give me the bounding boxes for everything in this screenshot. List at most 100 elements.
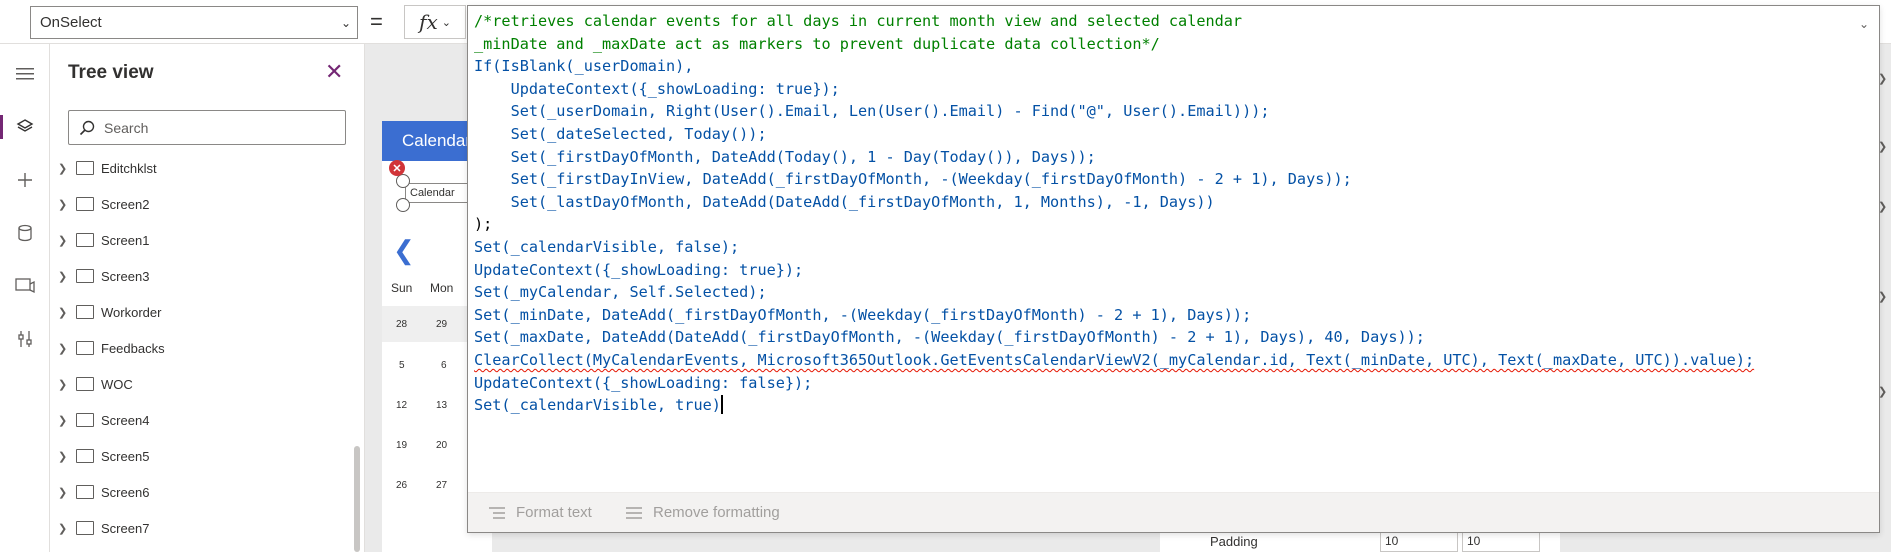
left-icon-rail <box>0 44 50 552</box>
tree-item-screen2[interactable]: ❯ Screen2 <box>50 186 365 222</box>
format-text-button[interactable]: Format text <box>488 504 592 521</box>
code-line: ); <box>474 215 493 234</box>
calendar-day[interactable]: 27 <box>436 480 447 491</box>
tree-item-screen5[interactable]: ❯ Screen5 <box>50 438 365 474</box>
tree-item-screen4[interactable]: ❯ Screen4 <box>50 402 365 438</box>
tree-view-panel: Tree view ✕ Search ❯ Editchklst ❯ Screen2 … <box>50 44 365 552</box>
screen-icon <box>76 449 94 463</box>
tree-search-input[interactable]: Search <box>68 110 346 145</box>
fx-button[interactable]: fx ⌄ <box>404 5 466 39</box>
formula-editor[interactable]: ⌄ /*retrieves calendar events for all da… <box>467 5 1880 533</box>
remove-formatting-icon <box>626 506 642 519</box>
insert-plus-icon[interactable] <box>0 158 50 202</box>
tree-item-screen3[interactable]: ❯ Screen3 <box>50 258 365 294</box>
code-line: Set(_myCalendar, Self.Selected); <box>474 283 767 302</box>
tree-item-label: Feedbacks <box>101 340 165 356</box>
remove-formatting-button[interactable]: Remove formatting <box>625 504 780 521</box>
calendar-day[interactable]: 12 <box>396 400 407 411</box>
calendar-day[interactable]: 5 <box>399 360 405 371</box>
code-line: Set(_maxDate, DateAdd(DateAdd(_firstDayO… <box>474 328 1425 347</box>
chevron-right-icon[interactable]: ❯ <box>58 522 67 535</box>
tree-item-screen1[interactable]: ❯ Screen1 <box>50 222 365 258</box>
tree-item-label: Screen2 <box>101 196 150 212</box>
weekday-mon: Mon <box>430 281 454 295</box>
hamburger-menu-icon[interactable] <box>0 52 50 96</box>
chevron-right-icon[interactable]: ❯ <box>58 486 67 499</box>
screen-icon <box>76 233 94 247</box>
tree-item-feedbacks[interactable]: ❯ Feedbacks <box>50 330 365 366</box>
padding-top-input[interactable]: 10 <box>1380 530 1458 552</box>
equals-sign: = <box>370 9 383 34</box>
calendar-day[interactable]: 20 <box>436 440 447 451</box>
tree-item-workorder[interactable]: ❯ Workorder <box>50 294 365 330</box>
tree-item-label: Screen4 <box>101 412 150 428</box>
tree-item-label: Workorder <box>101 304 162 320</box>
code-line: Set(_userDomain, Right(User().Email, Len… <box>474 102 1270 121</box>
formula-code[interactable]: /*retrieves calendar events for all days… <box>474 10 1754 417</box>
code-line: If(IsBlank(_userDomain), <box>474 57 694 76</box>
screen-icon <box>76 521 94 535</box>
tree-item-label: Screen6 <box>101 484 150 500</box>
text-caret <box>720 395 723 415</box>
code-line: Set(_lastDayOfMonth, DateAdd(DateAdd(_fi… <box>474 192 1215 211</box>
tree-item-label: Screen7 <box>101 520 150 536</box>
media-icon[interactable] <box>0 264 50 308</box>
screen-icon <box>76 269 94 283</box>
chevron-down-icon[interactable]: ⌄ <box>1859 17 1869 31</box>
chevron-down-icon: ⌄ <box>441 16 451 29</box>
code-line: Set(_calendarVisible, true) <box>474 396 721 415</box>
data-cylinder-icon[interactable] <box>0 211 50 255</box>
tree-scrollbar[interactable] <box>354 446 360 552</box>
app-root: OnSelect ⌄ = fx ⌄ Tree view ✕ Search ❯ E… <box>0 0 1891 552</box>
chevron-left-icon[interactable]: ❮ <box>393 235 415 266</box>
code-line: UpdateContext({_showLoading: false}); <box>474 373 813 392</box>
tree-item-screen7[interactable]: ❯ Screen7 <box>50 510 365 546</box>
tree-item-screen6[interactable]: ❯ Screen6 <box>50 474 365 510</box>
resize-handle[interactable] <box>396 198 410 212</box>
property-dropdown[interactable]: OnSelect ⌄ <box>30 6 358 39</box>
chevron-right-icon[interactable]: ❯ <box>58 342 67 355</box>
chevron-right-icon[interactable]: ❯ <box>58 270 67 283</box>
error-icon[interactable]: ✕ <box>389 160 405 176</box>
screen-icon <box>76 305 94 319</box>
calendar-day[interactable]: 19 <box>396 440 407 451</box>
padding-bottom-input[interactable]: 10 <box>1462 530 1540 552</box>
resize-handle[interactable] <box>396 174 410 188</box>
chevron-right-icon[interactable]: ❯ <box>58 450 67 463</box>
close-icon[interactable]: ✕ <box>325 59 343 85</box>
chevron-right-icon[interactable]: ❯ <box>58 414 67 427</box>
tree-item-label: Screen3 <box>101 268 150 284</box>
screen-icon <box>76 341 94 355</box>
padding-label: Padding <box>1210 534 1258 549</box>
code-line: _minDate and _maxDate act as markers to … <box>474 34 1160 53</box>
search-placeholder: Search <box>104 119 149 136</box>
calendar-day[interactable]: 26 <box>396 480 407 491</box>
calendar-day[interactable]: 13 <box>436 400 447 411</box>
tree-item-label: WOC <box>101 376 133 392</box>
calendar-day[interactable]: 28 <box>396 319 407 330</box>
layers-icon[interactable] <box>0 105 50 149</box>
format-text-icon <box>489 506 505 519</box>
tree-view-title: Tree view <box>68 62 154 83</box>
weekday-sun: Sun <box>391 281 413 295</box>
remove-formatting-label: Remove formatting <box>653 504 780 521</box>
tree-item-label: Editchklst <box>101 160 157 176</box>
chevron-right-icon[interactable]: ❯ <box>58 234 67 247</box>
code-line: Set(_firstDayInView, DateAdd(_firstDayOf… <box>474 170 1352 189</box>
format-text-label: Format text <box>516 504 592 521</box>
chevron-right-icon[interactable]: ❯ <box>58 162 67 175</box>
code-line-error: ClearCollect(MyCalendarEvents, Microsoft… <box>474 350 1755 369</box>
advanced-tools-icon[interactable] <box>0 317 50 361</box>
chevron-right-icon[interactable]: ❯ <box>58 306 67 319</box>
calendar-day[interactable]: 6 <box>441 360 447 371</box>
calendar-day[interactable]: 29 <box>436 319 447 330</box>
tree-item-woc[interactable]: ❯ WOC <box>50 366 365 402</box>
code-line: UpdateContext({_showLoading: true}); <box>474 79 840 98</box>
screen-icon <box>76 485 94 499</box>
fx-label: fx <box>419 10 438 34</box>
chevron-right-icon[interactable]: ❯ <box>58 198 67 211</box>
chevron-right-icon[interactable]: ❯ <box>58 378 67 391</box>
code-line: Set(_minDate, DateAdd(_firstDayOfMonth, … <box>474 305 1252 324</box>
screen-list: ❯ Editchklst ❯ Screen2 ❯ Screen1 ❯ Screen3 ❯… <box>50 150 365 546</box>
tree-item-editchklst[interactable]: ❯ Editchklst <box>50 150 365 186</box>
